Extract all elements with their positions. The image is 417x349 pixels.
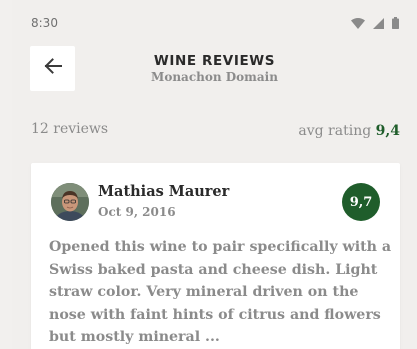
page-subtitle: Monachon Domain xyxy=(151,70,278,84)
battery-icon xyxy=(392,17,399,29)
page-title: WINE REVIEWS xyxy=(153,53,276,69)
status-time: 8:30 xyxy=(31,16,58,30)
review-count: 12 reviews xyxy=(31,121,109,137)
wifi-icon xyxy=(351,17,365,29)
average-rating: avg rating 9,4 xyxy=(298,123,400,139)
review-date: Oct 9, 2016 xyxy=(98,205,176,219)
rating-badge: 9,7 xyxy=(342,183,380,221)
average-rating-label: avg rating xyxy=(298,123,372,139)
status-bar: 8:30 xyxy=(12,0,417,44)
app-screen: 8:30 WINE REVIEWS Monachon Domain 12 rev… xyxy=(12,0,417,349)
status-icons xyxy=(351,17,399,29)
cellular-signal-icon xyxy=(373,17,384,29)
average-rating-value: 9,4 xyxy=(375,123,400,139)
review-card[interactable]: Mathias Maurer Oct 9, 2016 9,7 Opened th… xyxy=(31,163,400,349)
reviewer-avatar xyxy=(51,183,89,221)
review-text: Opened this wine to pair specifically wi… xyxy=(49,239,392,345)
reviewer-name: Mathias Maurer xyxy=(98,183,230,200)
